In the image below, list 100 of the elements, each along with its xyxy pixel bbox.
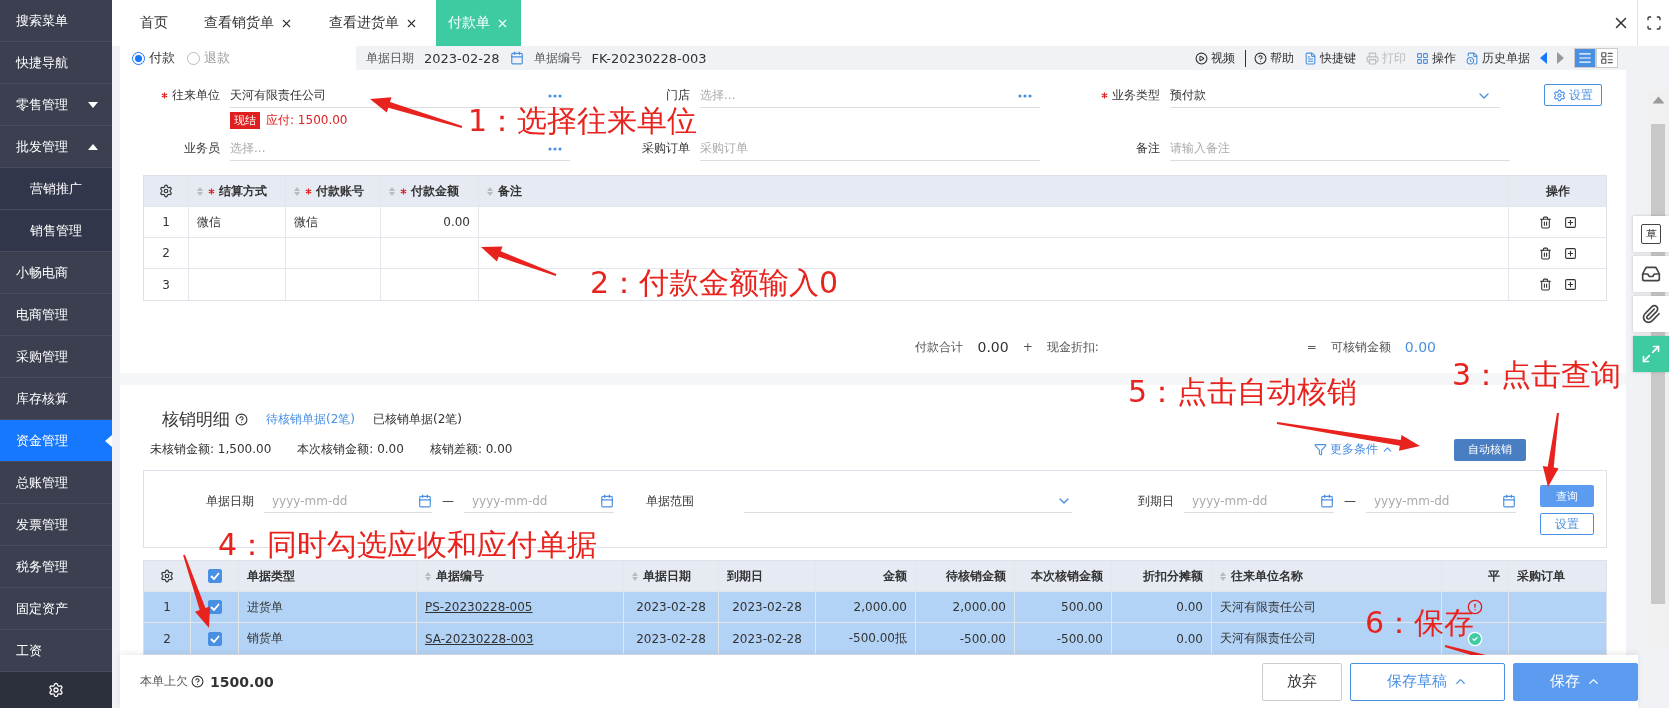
available-label: 可核销金额	[1330, 338, 1391, 356]
tab[interactable]: 待核销单据(2笔)	[266, 411, 355, 429]
draft-button[interactable]: 草	[1633, 216, 1669, 252]
number-label: 单据编号	[533, 49, 582, 67]
row-number: 1	[144, 207, 189, 237]
scroll-up-icon[interactable]	[1652, 96, 1664, 104]
sidebar-item[interactable]: 营销推广	[0, 168, 112, 210]
row-number: 2	[144, 238, 189, 268]
checkbox[interactable]	[207, 631, 222, 646]
column-header: 平	[1442, 561, 1509, 591]
row-number: 3	[144, 269, 189, 300]
discard-button[interactable]: 放弃	[1262, 662, 1342, 701]
tab[interactable]: 首页	[122, 0, 186, 46]
column-header: 金额	[816, 561, 916, 591]
document-link[interactable]: PS-20230228-005	[425, 600, 533, 614]
calendar-icon	[1502, 493, 1516, 508]
required-icon	[1101, 92, 1108, 99]
play-icon	[1195, 51, 1208, 65]
tab[interactable]: 查看销货单	[186, 0, 311, 46]
column-header: 备注	[479, 176, 1509, 206]
sidebar-item[interactable]: 销售管理	[0, 210, 112, 252]
auto-writeoff-button[interactable]: 自动核销	[1454, 438, 1526, 461]
column-header: 到期日	[719, 561, 816, 591]
settings-bar[interactable]	[0, 672, 112, 708]
document-clock-icon	[1466, 51, 1479, 65]
settings-icon	[160, 569, 174, 583]
table-cell: 2023-02-28	[636, 600, 706, 614]
trash-icon[interactable]	[1538, 215, 1552, 229]
calendar-icon	[509, 51, 524, 65]
row-number: 1	[144, 592, 191, 622]
table-cell: 天河有限责任公司	[1220, 630, 1316, 647]
discount-label: 现金折扣:	[1046, 338, 1099, 356]
view-toggle[interactable]	[1574, 48, 1596, 68]
select-field[interactable]: 预付款	[1170, 84, 1500, 108]
table-cell: 2023-02-28	[732, 631, 802, 646]
checkbox[interactable]	[207, 569, 222, 583]
help-icon	[235, 413, 248, 427]
inbox-button[interactable]	[1633, 256, 1669, 292]
toolbar-link[interactable]: 帮助	[1245, 49, 1294, 67]
calendar-icon	[418, 493, 432, 508]
number-value: FK-20230228-003	[591, 50, 707, 66]
tab[interactable]: 查看进货单	[311, 0, 436, 46]
field-label: 门店	[665, 87, 691, 104]
expand-icon	[1641, 344, 1661, 364]
column-header: 单据类型	[239, 561, 417, 591]
row-number: 2	[144, 623, 191, 654]
table-cell: 天河有限责任公司	[1220, 598, 1316, 616]
view-toggle[interactable]	[1596, 48, 1618, 68]
table-cell: 进货单	[247, 598, 283, 616]
more-icon[interactable]	[548, 146, 562, 151]
toolbar-link[interactable]: 操作	[1416, 49, 1456, 67]
more-icon[interactable]	[1018, 93, 1032, 98]
caret-icon	[88, 101, 98, 108]
column-header: 本次核销金额	[1015, 561, 1112, 591]
table-cell: 0.00	[1176, 600, 1203, 614]
add-icon[interactable]	[1563, 215, 1577, 229]
field-label: 备注	[1135, 140, 1161, 157]
field-label: 业务类型	[1080, 84, 1170, 106]
settings-icon	[1553, 88, 1566, 102]
table-cell: 2,000.00	[853, 600, 907, 614]
column-header: 折扣分摊额	[1112, 561, 1212, 591]
table-cell: 2,000.00	[952, 600, 1006, 614]
more-icon[interactable]	[548, 93, 562, 98]
date-value: 2023-02-28	[424, 50, 500, 66]
add-icon[interactable]	[1563, 278, 1577, 291]
owed-label: 本单上欠	[140, 673, 188, 690]
annotation-label: 4：同时勾选应收和应付单据	[218, 530, 598, 560]
plus-sign: +	[1022, 340, 1033, 354]
column-header: 单据日期	[624, 561, 719, 591]
column-header: 结算方式	[189, 176, 286, 206]
field-label: 往来单位	[140, 84, 230, 106]
radio-option[interactable]: 付款	[132, 49, 175, 67]
required-icon	[161, 92, 168, 99]
document-icon	[1304, 51, 1317, 65]
document-link[interactable]: SA-20230228-003	[425, 631, 534, 646]
settings-button[interactable]: 设置	[1544, 84, 1602, 106]
sidebar-item[interactable]: 资金管理	[0, 420, 112, 462]
table-cell: 2023-02-28	[732, 600, 802, 614]
trash-icon[interactable]	[1538, 246, 1552, 260]
date-label: 单据日期	[366, 49, 414, 67]
inbox-icon	[1641, 264, 1661, 284]
tab[interactable]: 已核销单据(2笔)	[373, 411, 462, 429]
toolbar-link[interactable]: 视频	[1195, 49, 1235, 67]
total-label: 付款合计	[915, 338, 964, 356]
add-icon[interactable]	[1563, 246, 1577, 260]
field-label: 业务员	[183, 140, 221, 157]
dash-text: —	[1344, 494, 1356, 509]
toolbar-link[interactable]: 快捷键	[1304, 49, 1356, 67]
settings-button[interactable]: 设置	[1540, 513, 1594, 536]
column-header: 操作	[1544, 182, 1571, 200]
table-cell: 微信	[189, 207, 286, 237]
summary-text: 本次核销金额: 0.00	[297, 441, 404, 459]
toolbar-link[interactable]: 历史单据	[1466, 49, 1530, 67]
more-filters-link[interactable]: 更多条件	[1314, 441, 1394, 459]
trash-icon[interactable]	[1538, 278, 1552, 291]
paperclip-button[interactable]	[1633, 296, 1669, 332]
column-header: 往来单位名称	[1212, 561, 1442, 591]
status-tag: 现结	[230, 112, 260, 129]
help-icon	[191, 675, 204, 688]
grid-icon	[1416, 51, 1429, 65]
